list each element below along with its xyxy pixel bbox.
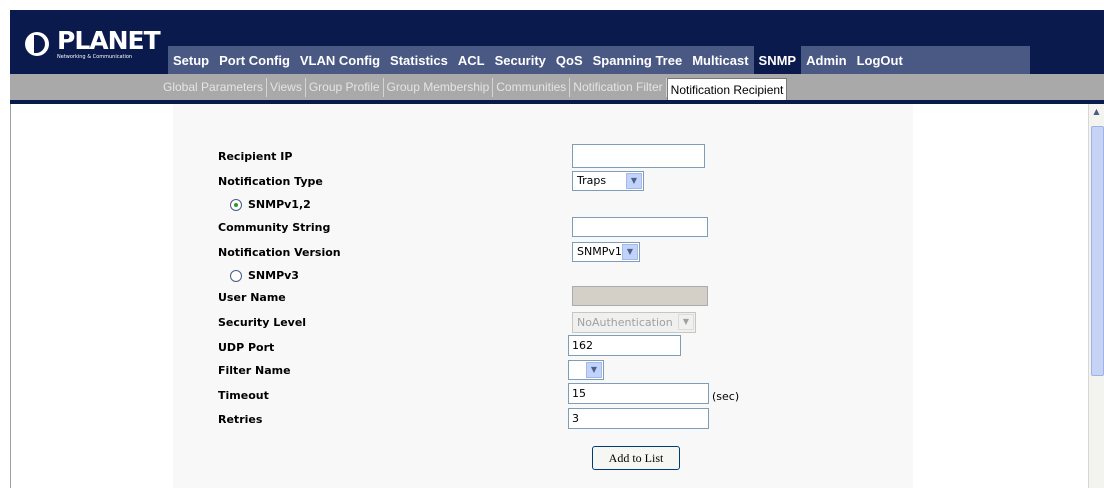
sub-nav-views[interactable]: Views — [267, 77, 306, 97]
planet-logo: PLANET Networking & Communication — [15, 24, 170, 68]
notification-type-label: Notification Type — [218, 175, 323, 188]
main-nav-vlan-config[interactable]: VLAN Config — [295, 46, 385, 74]
filter-name-select[interactable]: ▼ — [568, 360, 604, 380]
community-string-input[interactable] — [572, 217, 708, 237]
sub-nav-communities[interactable]: Communities — [493, 77, 571, 97]
snmpv12-radio-label: SNMPv1,2 — [248, 198, 311, 211]
filter-name-label: Filter Name — [218, 364, 291, 377]
udp-port-input[interactable]: 162 — [568, 335, 681, 356]
security-level-label: Security Level — [218, 316, 307, 329]
recipient-ip-label: Recipient IP — [218, 150, 293, 163]
sub-nav-bar: Global Parameters Views Group Profile Group… — [10, 74, 1104, 101]
main-nav-port-config[interactable]: Port Config — [214, 46, 295, 74]
main-nav-multicast[interactable]: Multicast — [687, 46, 753, 74]
scroll-thumb[interactable] — [1091, 126, 1104, 376]
radio-unchecked-icon — [230, 269, 242, 282]
main-nav-logout[interactable]: LogOut — [852, 46, 908, 74]
recipient-ip-input[interactable] — [572, 144, 705, 168]
user-name-input — [572, 286, 708, 306]
snmpv12-radio[interactable]: SNMPv1,2 — [230, 198, 311, 211]
main-nav-acl[interactable]: ACL — [453, 46, 490, 74]
user-name-label: User Name — [218, 291, 286, 304]
main-nav-setup[interactable]: Setup — [168, 46, 214, 74]
main-nav-admin[interactable]: Admin — [801, 46, 851, 74]
brand-tagline: Networking & Communication — [57, 54, 133, 60]
notification-version-value: SNMPv1 — [577, 245, 622, 258]
scroll-up-arrow-icon[interactable]: ▲ — [1090, 105, 1103, 119]
security-level-value: NoAuthentication — [577, 315, 673, 329]
radio-checked-icon — [230, 198, 242, 211]
timeout-input[interactable]: 15 — [568, 383, 709, 404]
chevron-down-icon: ▼ — [626, 173, 642, 189]
brand-name: PLANET — [57, 26, 161, 55]
retries-label: Retries — [218, 413, 263, 426]
app-frame: PLANET Networking & Communication Setup P… — [10, 10, 1104, 488]
security-level-select: NoAuthentication ▼ — [572, 312, 696, 333]
main-nav: Setup Port Config VLAN Config Statistics ACL… — [168, 46, 1030, 74]
vertical-scrollbar[interactable]: ▲ — [1088, 104, 1104, 488]
chevron-down-icon: ▼ — [586, 362, 602, 378]
header-bar: PLANET Networking & Communication Setup P… — [10, 10, 1104, 74]
main-nav-security[interactable]: Security — [490, 46, 551, 74]
sub-nav-group-profile[interactable]: Group Profile — [306, 77, 384, 97]
notification-type-select[interactable]: Traps ▼ — [572, 171, 644, 191]
sub-nav-notification-filter[interactable]: Notification Filter — [570, 77, 667, 97]
planet-logo-icon — [25, 32, 49, 56]
main-nav-qos[interactable]: QoS — [551, 46, 588, 74]
udp-port-label: UDP Port — [218, 341, 275, 354]
chevron-down-icon: ▼ — [622, 244, 638, 260]
snmpv3-radio-label: SNMPv3 — [248, 269, 299, 282]
snmpv3-radio[interactable]: SNMPv3 — [230, 269, 299, 282]
main-nav-snmp[interactable]: SNMP — [753, 46, 802, 74]
sub-nav: Global Parameters Views Group Profile Group… — [160, 74, 788, 101]
retries-input[interactable]: 3 — [568, 408, 709, 429]
notification-type-value: Traps — [577, 174, 607, 187]
sub-nav-notification-recipient[interactable]: Notification Recipient — [666, 77, 788, 101]
sub-nav-global-parameters[interactable]: Global Parameters — [160, 77, 268, 97]
chevron-down-icon: ▼ — [678, 314, 694, 330]
timeout-unit: (sec) — [712, 390, 740, 403]
main-nav-statistics[interactable]: Statistics — [385, 46, 453, 74]
notification-version-label: Notification Version — [218, 246, 341, 259]
main-nav-spanning-tree[interactable]: Spanning Tree — [588, 46, 688, 74]
community-string-label: Community String — [218, 221, 331, 234]
sub-nav-group-membership[interactable]: Group Membership — [384, 77, 494, 97]
add-to-list-button[interactable]: Add to List — [592, 446, 680, 470]
content-area — [10, 104, 1089, 488]
notification-version-select[interactable]: SNMPv1 ▼ — [572, 242, 640, 262]
timeout-label: Timeout — [218, 389, 269, 402]
